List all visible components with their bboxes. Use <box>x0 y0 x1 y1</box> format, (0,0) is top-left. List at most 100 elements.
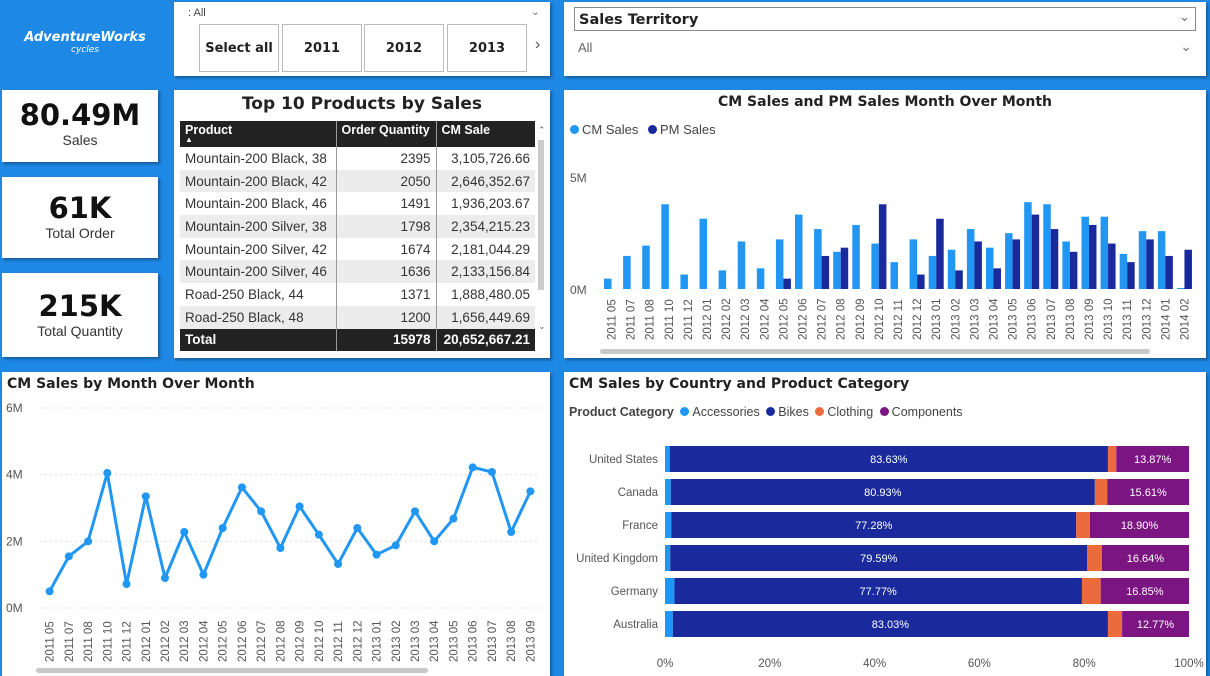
y-tick-label: 0M <box>570 283 587 297</box>
data-point <box>199 570 208 579</box>
x-tick-label: 2012 09 <box>855 298 867 340</box>
cm-pm-chart-panel: CM Sales and PM Sales Month Over Month C… <box>564 90 1206 358</box>
bar-segment <box>1094 479 1108 505</box>
x-tick-label: 2011 05 <box>607 299 619 340</box>
bar <box>756 268 765 289</box>
column-header-cm-sale[interactable]: CM Sale <box>435 121 535 147</box>
bar-segment <box>665 545 671 571</box>
select-all-button[interactable]: Select all <box>199 24 279 72</box>
table-row[interactable]: Mountain-200 Black, 46 1491 1,936,203.67 <box>180 192 535 216</box>
x-tick-label: 2012 12 <box>912 298 924 340</box>
data-point <box>449 514 458 523</box>
column-header-order-quantity[interactable]: Order Quantity <box>335 121 436 147</box>
data-label: 80.93% <box>864 487 902 499</box>
sort-ascending-icon: ▲ <box>185 135 193 144</box>
bar-segment <box>1081 578 1101 604</box>
year-2013-button[interactable]: 2013 <box>447 24 527 72</box>
chart-scrollbar[interactable] <box>600 349 1150 354</box>
territory-value-dropdown[interactable]: All ⌄ <box>578 38 1198 60</box>
kpi-orders-value: 61K <box>48 191 112 225</box>
x-tick-label: 2012 01 <box>702 298 714 340</box>
x-tick-label: 2013 06 <box>1027 298 1039 340</box>
table-scrollbar[interactable]: ⌃ ⌄ <box>538 125 546 335</box>
data-point <box>353 524 362 532</box>
territory-title-dropdown[interactable]: Sales Territory ⌄ <box>574 7 1196 31</box>
quantity-cell: 1200 <box>335 305 436 329</box>
bar <box>1146 239 1154 289</box>
chart-scrollbar[interactable] <box>36 668 428 673</box>
bar <box>1088 224 1097 289</box>
bar-segment <box>665 479 671 505</box>
bar <box>1062 241 1070 289</box>
bar <box>680 274 688 289</box>
x-tick-label: 2011 10 <box>102 621 114 662</box>
year-slicer: : All ⌄ Select all 2011 2012 2013 › <box>174 2 550 76</box>
product-cell: Mountain-200 Black, 42 <box>180 169 336 193</box>
year-2011-button[interactable]: 2011 <box>282 24 362 72</box>
scrollbar-thumb[interactable] <box>538 140 544 290</box>
data-point <box>218 524 227 532</box>
x-tick-label: 2013 11 <box>1122 299 1134 340</box>
territory-value: All <box>578 40 593 55</box>
data-point <box>430 537 439 546</box>
bar <box>1127 262 1135 289</box>
bar <box>737 241 746 289</box>
product-cell: Mountain-200 Silver, 42 <box>185 241 327 257</box>
x-tick-label: 2013 02 <box>391 620 403 662</box>
bar <box>852 224 860 289</box>
kpi-sales-value: 80.49M <box>19 98 141 132</box>
x-tick-label: 100% <box>1174 658 1203 670</box>
x-tick-label: 2013 12 <box>1141 298 1153 340</box>
chevron-down-icon[interactable]: ⌄ <box>531 5 540 18</box>
year-2012-button[interactable]: 2012 <box>364 24 444 72</box>
x-tick-label: 2012 11 <box>333 621 345 662</box>
product-cell: Mountain-200 Black, 46 <box>185 196 327 212</box>
top-products-panel: Top 10 Products by Sales Product ▲ Order … <box>174 90 550 358</box>
bar <box>604 278 612 289</box>
bar <box>775 239 784 289</box>
table-row[interactable]: Mountain-200 Silver, 46 1636 2,133,156.84 <box>180 260 535 284</box>
logo-sub: cycles <box>71 45 99 55</box>
x-tick-label: 2011 12 <box>122 621 134 662</box>
scroll-down-icon[interactable]: ⌄ <box>538 321 546 332</box>
table-row[interactable]: Mountain-200 Silver, 42 1674 2,181,044.29 <box>180 237 535 261</box>
x-tick-label: 2013 07 <box>487 620 499 662</box>
bar-segment <box>1076 512 1090 538</box>
x-tick-label: 2013 03 <box>969 298 981 340</box>
kpi-sales-card: 80.49M Sales <box>2 90 158 162</box>
scroll-up-icon[interactable]: ⌃ <box>538 125 546 136</box>
bar-segment <box>1107 446 1117 472</box>
bar <box>1108 243 1116 289</box>
x-tick-label: 2012 04 <box>759 298 771 340</box>
bar <box>917 274 925 289</box>
table-row[interactable]: Mountain-200 Black, 42 2050 2,646,352.67 <box>180 169 535 193</box>
bar <box>795 214 803 289</box>
bar <box>661 204 669 289</box>
bar <box>1031 214 1040 289</box>
x-tick-label: 2011 08 <box>83 621 95 662</box>
bar <box>890 262 898 289</box>
sales-cell: 1,936,203.67 <box>435 192 535 216</box>
table-row[interactable]: Road-250 Black, 44 1371 1,888,480.05 <box>180 283 535 306</box>
table-row[interactable]: Mountain-200 Black, 38 2395 3,105,726.66 <box>180 147 535 170</box>
y-tick-label: 0M <box>6 601 23 615</box>
product-cell: Road-250 Black, 44 <box>185 286 304 302</box>
data-label: 12.77% <box>1137 619 1175 631</box>
x-tick-label: 2012 01 <box>141 620 153 662</box>
x-tick-label: 2012 06 <box>798 298 810 340</box>
chevron-right-icon[interactable]: › <box>535 36 540 54</box>
x-tick-label: 2012 05 <box>778 298 790 340</box>
bar-segment <box>665 578 675 604</box>
top-products-title: Top 10 Products by Sales <box>241 94 483 114</box>
year-slicer-value: : All <box>188 7 206 19</box>
y-tick-label: Canada <box>618 487 659 499</box>
sales-cell: 2,354,215.23 <box>435 215 535 238</box>
bar-segment <box>665 446 670 472</box>
column-header-product[interactable]: Product ▲ <box>180 121 336 147</box>
data-point <box>180 528 189 536</box>
table-row[interactable]: Mountain-200 Silver, 38 1798 2,354,215.23 <box>180 215 535 238</box>
data-point <box>161 574 169 582</box>
bar <box>783 278 791 289</box>
year-slicer-dropdown[interactable]: : All <box>188 7 206 19</box>
table-row[interactable]: Road-250 Black, 48 1200 1,656,449.69 <box>180 305 535 329</box>
